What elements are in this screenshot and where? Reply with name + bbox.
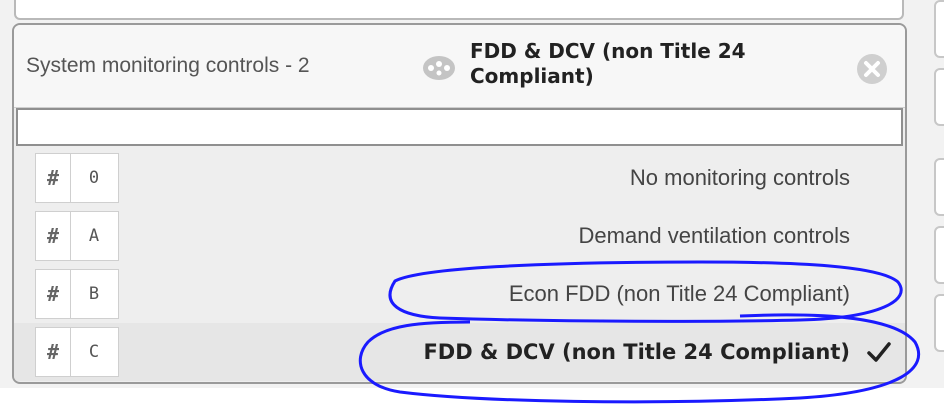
option-code: 0 <box>88 168 100 188</box>
checkmark-icon <box>867 342 891 362</box>
option-row-0[interactable]: # 0 No monitoring controls <box>14 149 905 207</box>
option-code-badge: # C <box>35 327 119 377</box>
option-code-badge: # 0 <box>35 153 119 203</box>
monitoring-controls-dropdown: System monitoring controls - 2 FDD & DCV… <box>12 23 907 384</box>
option-row-c-selected[interactable]: # C FDD & DCV (non Title 24 Compliant) <box>14 323 905 381</box>
hash-label: # <box>36 270 71 318</box>
side-tab[interactable] <box>934 158 944 216</box>
option-code: C <box>88 342 100 362</box>
previous-field-card <box>14 0 904 20</box>
right-side-tabs <box>930 0 944 410</box>
side-tab[interactable] <box>934 226 944 284</box>
option-row-a[interactable]: # A Demand ventilation controls <box>14 207 905 265</box>
option-code-badge: # A <box>35 211 119 261</box>
side-tab[interactable] <box>934 68 944 126</box>
search-input[interactable] <box>16 108 903 146</box>
option-code: B <box>88 284 100 304</box>
hash-label: # <box>36 212 71 260</box>
hash-label: # <box>36 328 71 376</box>
hash-label: # <box>36 154 71 202</box>
selected-value[interactable]: FDD & DCV (non Title 24 Compliant) <box>470 39 830 89</box>
side-tab[interactable] <box>934 0 944 58</box>
clear-circle-x-icon[interactable] <box>855 52 889 86</box>
dropdown-header[interactable]: System monitoring controls - 2 FDD & DCV… <box>14 25 905 108</box>
option-code: A <box>88 226 100 246</box>
option-label: Econ FDD (non Title 24 Compliant) <box>508 281 850 306</box>
field-label: System monitoring controls - 2 <box>26 54 310 77</box>
help-bubble-icon[interactable] <box>422 55 456 81</box>
page-background-strip <box>0 388 944 410</box>
option-row-b[interactable]: # B Econ FDD (non Title 24 Compliant) <box>14 265 905 323</box>
option-label: FDD & DCV (non Title 24 Compliant) <box>423 340 850 364</box>
option-label: No monitoring controls <box>629 165 850 190</box>
side-tab[interactable] <box>934 294 944 352</box>
option-label: Demand ventilation controls <box>578 223 850 248</box>
option-code-badge: # B <box>35 269 119 319</box>
